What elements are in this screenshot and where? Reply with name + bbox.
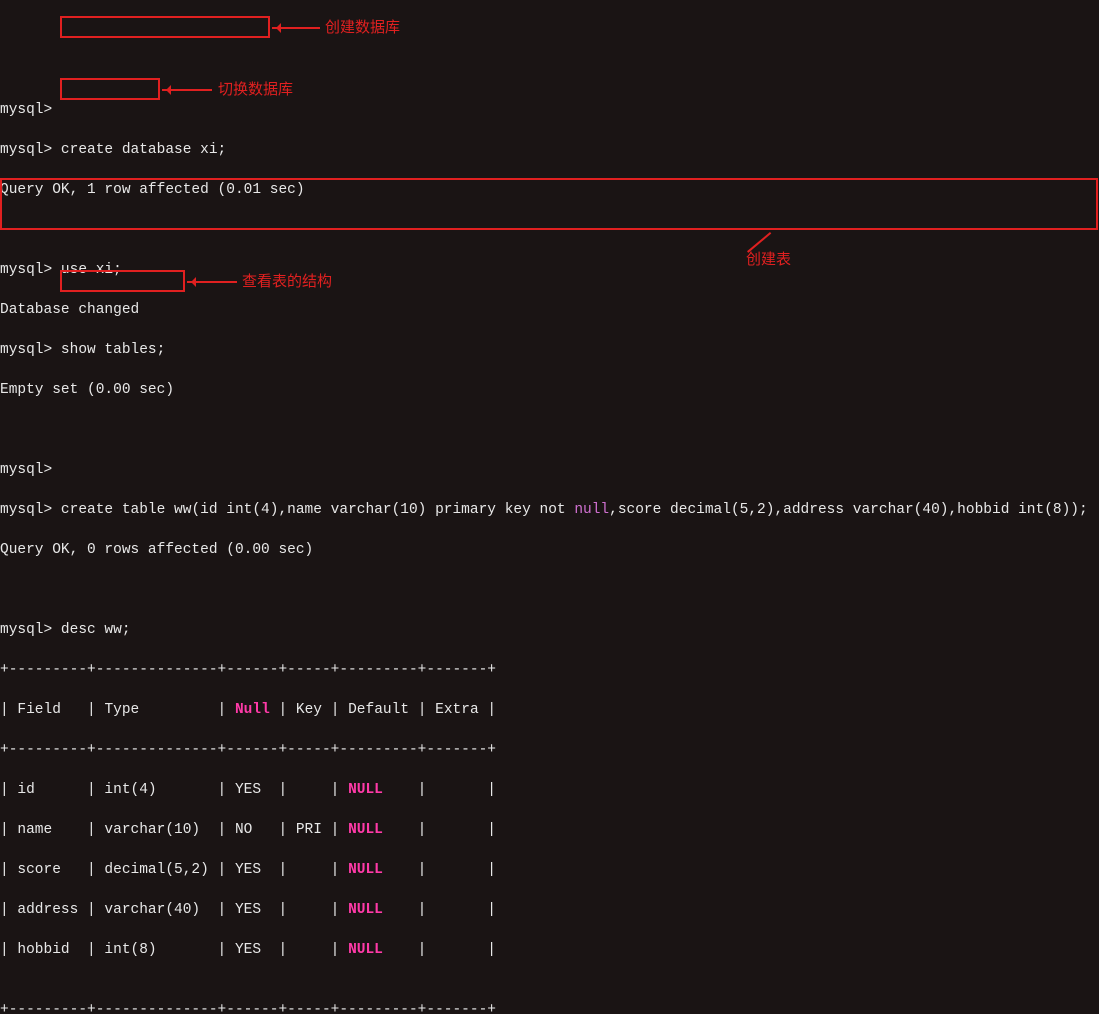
cmd-create-table[interactable]: mysql> create table ww(id int(4),name va… — [0, 500, 1099, 520]
arrow-icon — [162, 89, 212, 91]
table-header: | Field | Type | Null | Key | Default | … — [0, 700, 1099, 720]
table-border: +---------+--------------+------+-----+-… — [0, 1000, 1099, 1014]
result-line: Database changed — [0, 300, 1099, 320]
highlight-box — [60, 16, 270, 38]
result-line: Query OK, 0 rows affected (0.00 sec) — [0, 540, 1099, 560]
annotation-label: 切换数据库 — [218, 80, 293, 100]
cmd-create-database[interactable]: mysql> create database xi; — [0, 140, 1099, 160]
prompt-line[interactable]: mysql> — [0, 460, 1099, 480]
table-row: | id | int(4) | YES | | NULL | | — [0, 780, 1099, 800]
cmd-show-tables[interactable]: mysql> show tables; — [0, 340, 1099, 360]
arrow-icon — [187, 281, 237, 283]
table-row: | name | varchar(10) | NO | PRI | NULL |… — [0, 820, 1099, 840]
cmd-desc-table[interactable]: mysql> desc ww; — [0, 620, 1099, 640]
cmd-use-database[interactable]: mysql> use xi; — [0, 260, 1099, 280]
table-row: | address | varchar(40) | YES | | NULL |… — [0, 900, 1099, 920]
terminal-output: mysql> mysql> create database xi; Query … — [0, 80, 1099, 1014]
table-row: | score | decimal(5,2) | YES | | NULL | … — [0, 860, 1099, 880]
result-line: Empty set (0.00 sec) — [0, 380, 1099, 400]
annotation-label: 创建表 — [746, 250, 791, 270]
result-line: Query OK, 1 row affected (0.01 sec) — [0, 180, 1099, 200]
table-row: | hobbid | int(8) | YES | | NULL | | — [0, 940, 1099, 960]
annotation-label: 查看表的结构 — [242, 272, 332, 292]
table-border: +---------+--------------+------+-----+-… — [0, 740, 1099, 760]
table-border: +---------+--------------+------+-----+-… — [0, 660, 1099, 680]
arrow-icon — [272, 27, 320, 29]
prompt-line[interactable]: mysql> — [0, 100, 1099, 120]
annotation-label: 创建数据库 — [325, 18, 400, 38]
